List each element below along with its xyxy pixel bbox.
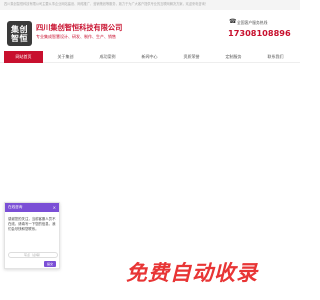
chat-submit-button[interactable]: 提交 [44,261,56,267]
company-logo[interactable]: 集创 智恒 [7,21,32,46]
logo-text-line1: 集创 [11,24,28,34]
nav-item-home[interactable]: 网站首页 [4,51,43,63]
hotline-label: 全国客户服务热线 [237,20,268,25]
chat-header: 在线咨询 × [5,203,59,212]
hotline-number[interactable]: 17308108896 [228,28,291,38]
chat-widget: 在线咨询 × 感谢您的关注，当前客服人员不在线，请填写一下您的信息，我们会尽快和… [4,202,60,269]
nav-item-about[interactable]: 关于集创 [46,51,85,63]
close-icon[interactable]: × [53,203,56,212]
logo-text-line2: 智恒 [11,33,28,43]
chat-input[interactable]: 写点（必填） [8,252,58,258]
nav-item-custom[interactable]: 定制服务 [214,51,253,63]
company-name: 四川集创智恒科技有限公司 [36,23,123,32]
main-navigation: 网站首页 关于集创 成功案例 新闻中心 资质荣誉 定制服务 联系我们 [0,51,300,63]
nav-item-contact[interactable]: 联系我们 [256,51,295,63]
announcement-text: 四川集创智恒科技有限公司主要从事企业网站建设、网络推广、营销策划等服务，致力于为… [4,2,208,6]
chat-message: 感谢您的关注，当前客服人员不在线，请填写一下您的信息，我们会尽快和您联系。 [8,217,56,231]
watermark-text: 免费自动收录 [126,261,258,285]
phone-icon: ☎ [229,18,237,25]
company-slogan: 专业集成智慧设计、研发、制作、生产、销售 [36,34,116,39]
chat-title: 在线咨询 [8,205,23,209]
nav-item-honors[interactable]: 资质荣誉 [172,51,211,63]
top-announcement-bar: 四川集创智恒科技有限公司主要从事企业网站建设、网络推广、营销策划等服务，致力于为… [0,0,300,10]
nav-item-cases[interactable]: 成功案例 [88,51,127,63]
nav-item-news[interactable]: 新闻中心 [130,51,169,63]
